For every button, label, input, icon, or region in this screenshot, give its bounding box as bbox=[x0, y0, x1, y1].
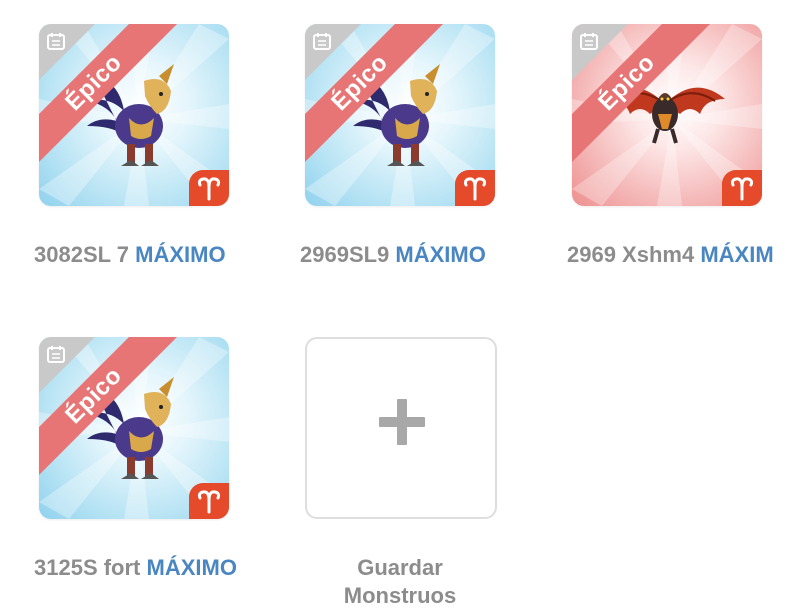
aries-icon bbox=[463, 177, 487, 201]
calendar-icon bbox=[313, 33, 331, 50]
monster-label-1: 3082SL 7 MÁXIMO bbox=[34, 242, 226, 268]
monster-level: MÁXIMO bbox=[135, 242, 226, 267]
monster-level: MÁXIMO bbox=[395, 242, 486, 267]
calendar-icon bbox=[580, 33, 598, 50]
aries-icon bbox=[197, 490, 221, 514]
monster-label-2: 2969SL9 MÁXIMO bbox=[300, 242, 486, 268]
calendar-icon bbox=[47, 33, 65, 50]
monster-label-4: 3125S fort MÁXIMO bbox=[34, 555, 237, 581]
monster-name: 2969SL9 bbox=[300, 242, 390, 267]
add-monster-button[interactable] bbox=[305, 337, 497, 519]
element-badge bbox=[722, 170, 762, 206]
element-badge bbox=[189, 483, 229, 519]
element-badge bbox=[189, 170, 229, 206]
monster-card-1[interactable]: Épico bbox=[39, 24, 229, 206]
monster-name: 3082SL 7 bbox=[34, 242, 130, 267]
add-label-line1: Guardar bbox=[357, 555, 443, 580]
element-badge bbox=[455, 170, 495, 206]
monster-name: 2969 Xshm4 bbox=[567, 242, 695, 267]
monster-name: 3125S fort bbox=[34, 555, 141, 580]
monster-label-3: 2969 Xshm4 MÁXIM bbox=[567, 242, 774, 268]
aries-icon bbox=[197, 177, 221, 201]
calendar-icon bbox=[47, 346, 65, 363]
monster-card-2[interactable]: Épico bbox=[305, 24, 495, 206]
monster-card-4[interactable]: Épico bbox=[39, 337, 229, 519]
add-label-line2: Monstruos bbox=[343, 583, 457, 608]
monster-card-3[interactable]: Épico bbox=[572, 24, 762, 206]
monster-level: MÁXIMO bbox=[146, 555, 237, 580]
monster-level: MÁXIM bbox=[700, 242, 774, 267]
aries-icon bbox=[730, 177, 754, 201]
plus-icon bbox=[379, 399, 425, 445]
